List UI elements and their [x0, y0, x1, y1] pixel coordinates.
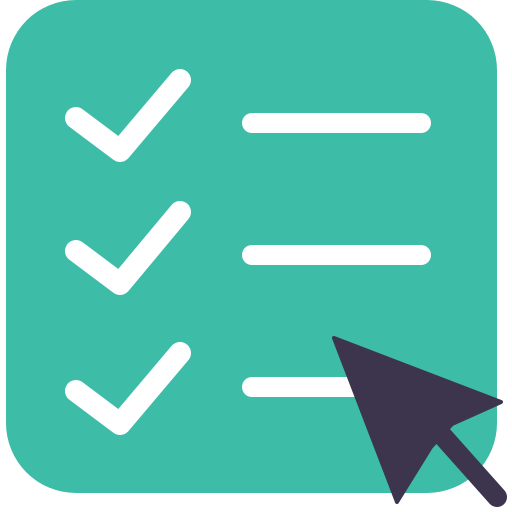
checklist-icon-canvas [0, 0, 512, 512]
checklist-with-cursor-icon [6, 0, 507, 507]
